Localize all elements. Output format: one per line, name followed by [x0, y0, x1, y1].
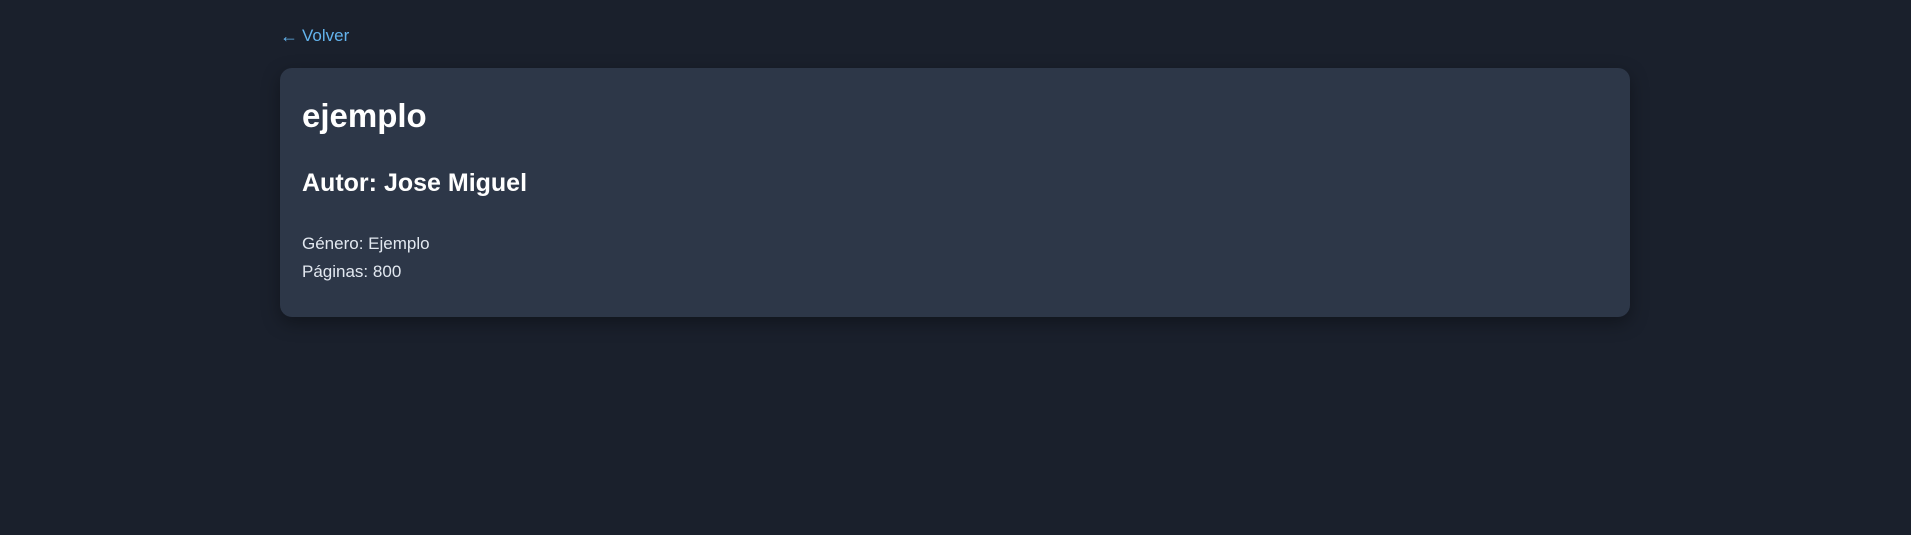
author-value: Jose Miguel — [383, 169, 528, 197]
author-label: Autor: — [302, 169, 377, 197]
pages-label: Páginas: — [302, 262, 369, 281]
book-meta: Género: Ejemplo Páginas: 800 — [302, 230, 1608, 286]
book-detail-card: ejemplo Autor: Jose Miguel Género: Ejemp… — [280, 68, 1630, 317]
back-label: Volver — [302, 26, 350, 45]
book-title: ejemplo — [302, 97, 427, 134]
book-author: Autor: Jose Miguel — [302, 168, 1608, 198]
pages-value: 800 — [372, 262, 402, 281]
arrow-left-icon: ← — [280, 26, 298, 46]
genre-line: Género: Ejemplo — [302, 230, 1608, 258]
back-link[interactable]: ← Volver — [280, 24, 349, 48]
pages-line: Páginas: 800 — [302, 258, 1608, 286]
genre-label: Género: — [302, 234, 364, 253]
genre-value: Ejemplo — [368, 234, 430, 253]
